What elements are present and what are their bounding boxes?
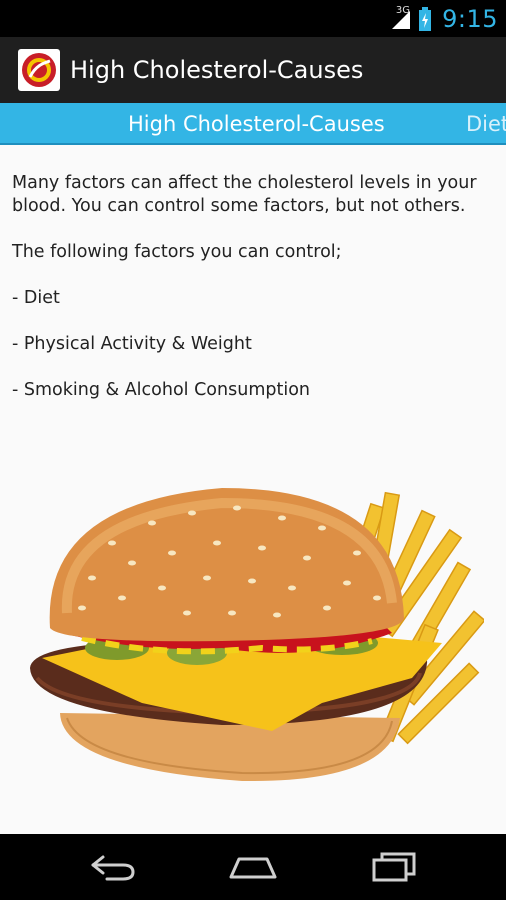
status-icons: 9:15 [390,0,498,37]
phone-screen: 3G 9:15 High Cholesterol-Causes High Cho… [0,0,506,900]
battery-charging-icon [419,6,432,31]
home-icon [229,857,277,879]
signal-strength-icon [392,10,411,29]
back-button[interactable] [77,844,149,890]
status-bar: 3G 9:15 [0,0,506,37]
cheeseburger-image [30,488,484,782]
factor-item: - Physical Activity & Weight [12,334,252,354]
tab-diet[interactable]: Diet [466,103,506,143]
intro-paragraph: Many factors can affect the cholesterol … [12,173,477,216]
heart-logo-icon [22,53,56,87]
clock: 9:15 [442,4,498,33]
back-icon [91,855,135,881]
app-title: High Cholesterol-Causes [70,56,364,84]
factor-item: - Smoking & Alcohol Consumption [12,380,310,400]
article-content: Many factors can affect the cholesterol … [0,145,506,834]
home-button[interactable] [217,844,289,890]
control-heading: The following factors you can control; [12,242,342,262]
tab-strip: High Cholesterol-Causes Diet [0,103,506,145]
factor-item: - Diet [12,288,60,308]
recent-apps-button[interactable] [358,844,430,890]
action-bar: High Cholesterol-Causes [0,37,506,103]
recent-apps-icon [372,852,416,882]
navigation-bar [0,834,506,900]
app-icon[interactable] [18,49,60,91]
tab-high-cholesterol-causes[interactable]: High Cholesterol-Causes [128,103,385,143]
